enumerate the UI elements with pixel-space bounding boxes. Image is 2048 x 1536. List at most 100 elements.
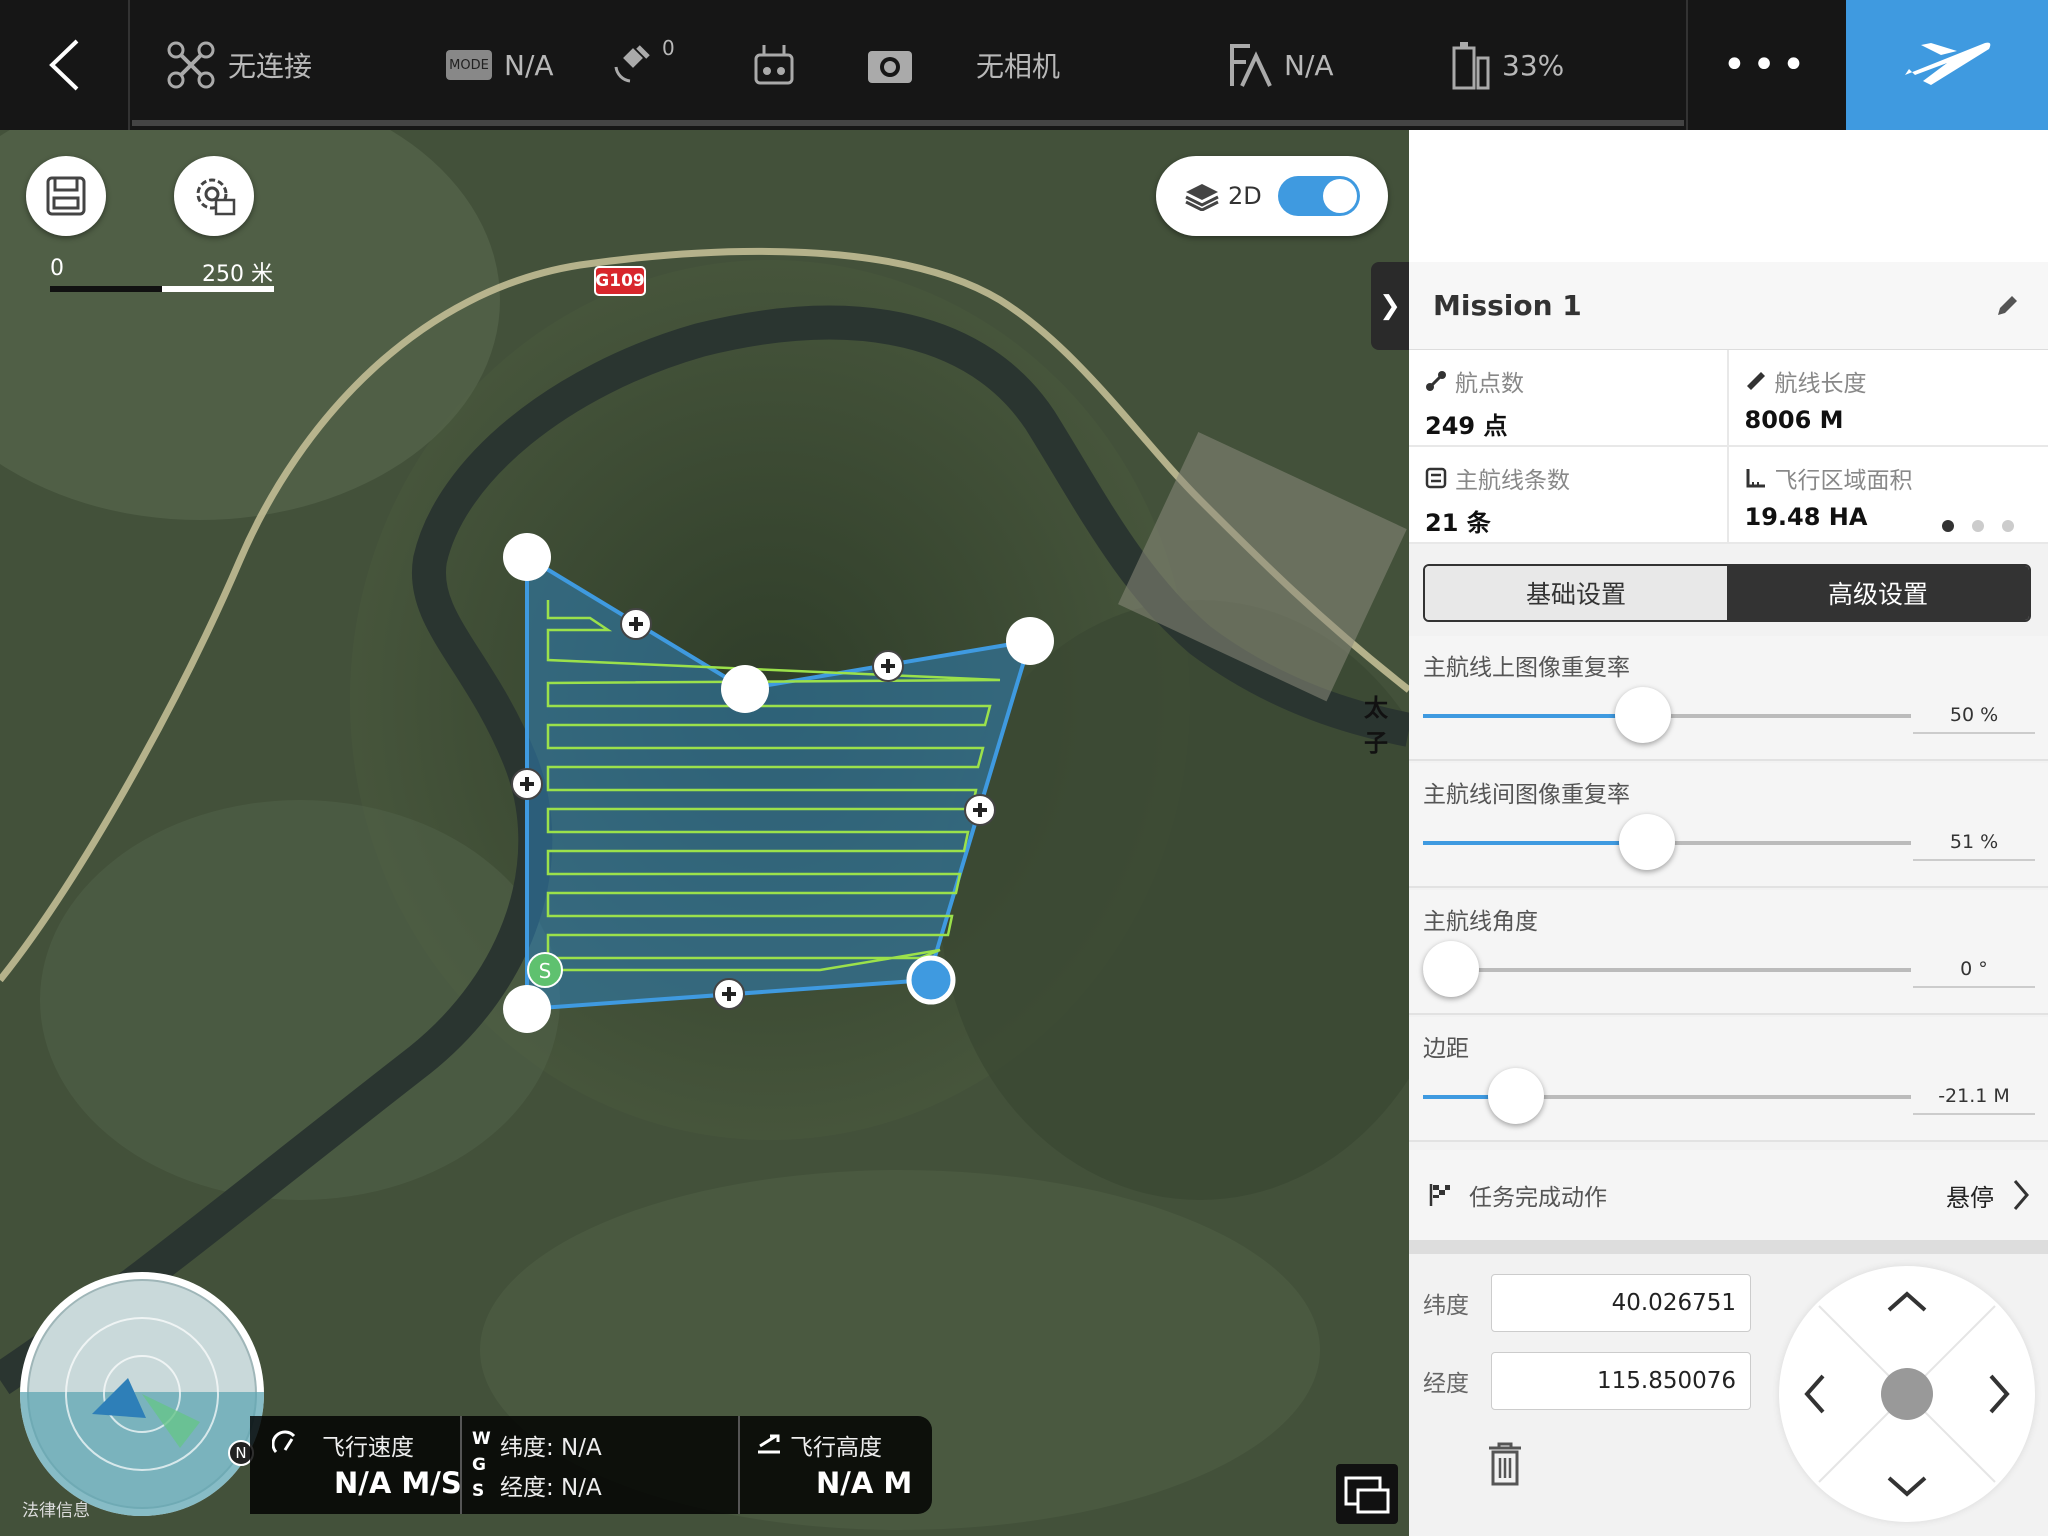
longitude-label: 经度: [1423, 1371, 1469, 1397]
slider-value[interactable]: 51 %: [1913, 823, 2035, 861]
layers-icon: [1185, 184, 1219, 211]
gear-icon: [196, 178, 236, 216]
slider-track[interactable]: [1423, 941, 1911, 997]
fly-button[interactable]: [1846, 0, 2048, 130]
save-button[interactable]: [26, 156, 106, 236]
telemetry-longitude: 经度: N/A: [500, 1475, 602, 1501]
gps-status: 0: [608, 0, 675, 130]
slider-side-overlap: 主航线间图像重复率 51 %: [1409, 763, 2048, 888]
dpad-right-icon: [1989, 1374, 2010, 1414]
place-label: 太子: [1364, 694, 1388, 757]
map-scale-bar: 0 250 米: [50, 256, 274, 292]
longitude-input[interactable]: 115.850076: [1491, 1352, 1751, 1410]
flight-mode-value: N/A: [504, 48, 554, 82]
mode-badge: MODE: [446, 50, 492, 80]
telemetry-bar: 飞行速度 N/A M/S W G S 纬度: N/A 经度: N/A 飞行高度 …: [250, 1416, 932, 1514]
checkered-flag-icon: [1429, 1184, 1450, 1206]
slider-track[interactable]: [1423, 814, 1911, 870]
remote-controller-icon: [754, 45, 794, 85]
altitude-icon: [758, 1434, 780, 1454]
stat-route-length: 航线长度 8006 M: [1728, 350, 2048, 447]
top-progress-line: [132, 120, 1684, 126]
dpad-center-button: [1881, 1368, 1933, 1420]
longitude-row: 经度 115.850076: [1423, 1352, 1751, 1410]
back-button[interactable]: [0, 0, 130, 130]
speedometer-icon: [272, 1430, 296, 1453]
area-icon: [1746, 469, 1765, 488]
tab-advanced-settings[interactable]: 高级设置: [1727, 566, 2029, 620]
satellite-map[interactable]: S G109 太子 0 250 米 2D N 法律信息 飞行速度 N/A M/S…: [0, 0, 1409, 1536]
satellite-count: 0: [662, 36, 675, 60]
latitude-row: 纬度 40.026751: [1423, 1274, 1751, 1332]
battery-icon: [1452, 42, 1490, 90]
mission-panel: Mission 1 航点数 249 点 航线长度 8006 M 主航线条数 21…: [1409, 262, 2048, 1536]
scale-value: 250 米: [202, 262, 273, 287]
latitude-label: 纬度: [1423, 1293, 1469, 1319]
trash-icon[interactable]: [1487, 1442, 1523, 1486]
slider-frontal-overlap: 主航线上图像重复率 50 %: [1409, 636, 2048, 761]
slider-value[interactable]: 0 °: [1913, 950, 2035, 988]
legal-info-link[interactable]: 法律信息: [22, 1496, 90, 1521]
slider-label: 主航线上图像重复率: [1423, 655, 1630, 681]
compass-radar: [20, 1272, 264, 1516]
mission-stats-grid: 航点数 249 点 航线长度 8006 M 主航线条数 21 条 飞行区域面积 …: [1409, 350, 2048, 544]
slider-knob[interactable]: [1423, 941, 1479, 997]
signal-value: N/A: [1284, 48, 1334, 82]
lines-icon: [1425, 467, 1447, 489]
speed-label: 飞行速度: [322, 1435, 414, 1461]
scale-zero: 0: [50, 256, 64, 281]
dpad-graphic: [1804, 1291, 2010, 1497]
flight-mode-status: MODE N/A: [446, 0, 554, 130]
wgs-label: W G S: [472, 1429, 491, 1501]
dpad-up-icon: [1887, 1291, 1927, 1312]
dpad-left-icon: [1804, 1374, 1825, 1414]
satellite-icon: [614, 45, 650, 83]
finish-action-value: 悬停: [1946, 1183, 1994, 1212]
finish-action-row[interactable]: 任务完成动作 悬停: [1409, 1150, 2048, 1240]
stat-waypoints: 航点数 249 点: [1409, 350, 1729, 447]
battery-value: 33%: [1502, 48, 1565, 82]
camera-value: 无相机: [976, 50, 1061, 83]
panel-collapse-tab[interactable]: ❯: [1371, 262, 1409, 350]
stat-label: 主航线条数: [1455, 468, 1570, 494]
slider-value[interactable]: 50 %: [1913, 696, 2035, 734]
settings-tabs: 基础设置 高级设置: [1423, 564, 2031, 622]
save-icon: [46, 176, 86, 216]
stat-main-lines: 主航线条数 21 条: [1409, 447, 1729, 544]
slider-knob[interactable]: [1619, 814, 1676, 870]
slider-value[interactable]: -21.1 M: [1913, 1077, 2035, 1115]
telemetry-latitude: 纬度: N/A: [500, 1435, 602, 1461]
altitude-block: 飞行高度 N/A M: [756, 1416, 926, 1514]
latitude-input[interactable]: 40.026751: [1491, 1274, 1751, 1332]
map-2d-toggle[interactable]: 2D: [1156, 156, 1388, 236]
mission-settings-button[interactable]: [174, 156, 254, 236]
direction-pad: [1779, 1266, 2035, 1522]
slider-course-angle: 主航线角度 0 °: [1409, 890, 2048, 1015]
stat-value: 21 条: [1425, 509, 1491, 537]
slider-margin: 边距 -21.1 M: [1409, 1017, 2048, 1142]
hd-signal-icon: [1230, 44, 1272, 87]
dpad-down-icon: [1887, 1476, 1927, 1497]
radar-icon: [20, 1279, 264, 1516]
end-vertex-selected[interactable]: [906, 955, 956, 1005]
more-button[interactable]: •••: [1686, 0, 1846, 130]
slider-knob[interactable]: [1487, 1068, 1544, 1124]
connection-status: 无连接: [228, 50, 313, 83]
stat-value: 249 点: [1425, 412, 1508, 440]
speed-value: N/A M/S: [334, 1466, 462, 1500]
slider-track[interactable]: [1423, 687, 1911, 743]
picture-in-picture-icon: [1344, 1476, 1390, 1514]
tab-basic-settings[interactable]: 基础设置: [1425, 566, 1727, 620]
edit-pencil-icon[interactable]: [1994, 293, 2020, 319]
page-indicator[interactable]: [1942, 520, 2014, 532]
start-point-label: S: [539, 959, 552, 983]
camera-pip-button[interactable]: [1336, 1464, 1398, 1524]
app-root: S G109 太子 0 250 米 2D N 法律信息 飞行速度 N/A M/S…: [0, 0, 2048, 1536]
chevron-left-icon: [49, 39, 79, 91]
slider-knob[interactable]: [1614, 687, 1671, 743]
chevron-right-icon: [2013, 1180, 2029, 1210]
view-mode-switch[interactable]: [1277, 176, 1360, 216]
camera-status: 无相机: [866, 0, 1060, 130]
slider-track[interactable]: [1423, 1068, 1911, 1124]
position-block: 纬度: N/A 经度: N/A: [500, 1416, 700, 1514]
